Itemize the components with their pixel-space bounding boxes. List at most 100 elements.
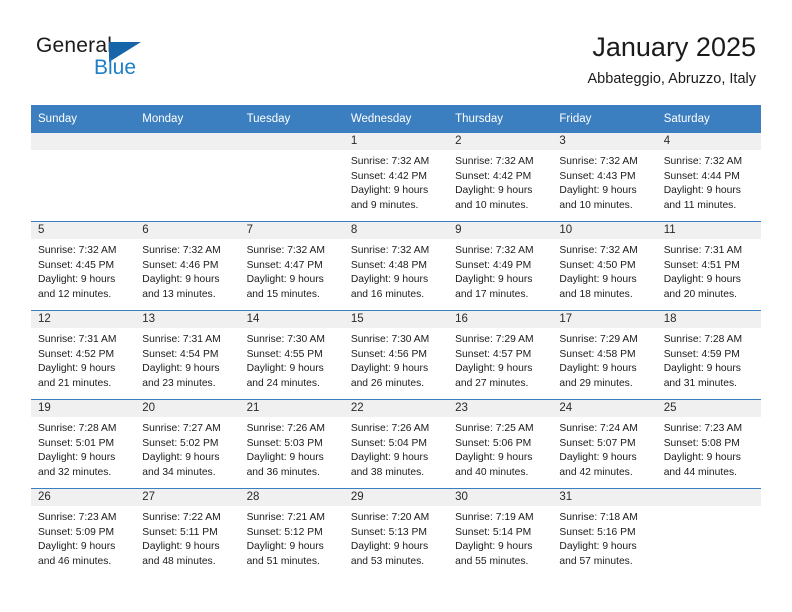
calendar-day-cell[interactable]: 3 Sunrise: 7:32 AM Sunset: 4:43 PM Daylight…	[552, 132, 657, 222]
sunrise-text: Sunrise: 7:32 AM	[350, 245, 430, 256]
brand-logo[interactable]: General Blue	[36, 34, 236, 90]
daylight-text-line2: and 11 minutes.	[663, 199, 737, 211]
calendar-day-cell[interactable]: 29 Sunrise: 7:20 AM Sunset: 5:13 PM Dayligh…	[343, 488, 449, 577]
daylight-text-line1: Daylight: 9 hours	[142, 363, 220, 375]
calendar-day-cell[interactable]: 15 Sunrise: 7:30 AM Sunset: 4:56 PM Dayligh…	[343, 310, 449, 400]
day-details: Sunrise: 7:26 AM Sunset: 5:04 PM Daylight:…	[344, 417, 448, 480]
daylight-text-line2: and 27 minutes.	[455, 377, 529, 389]
sunrise-text: Sunrise: 7:26 AM	[350, 423, 430, 434]
calendar-day-cell[interactable]: 11 Sunrise: 7:31 AM Sunset: 4:51 PM Dayligh…	[656, 221, 761, 311]
daylight-text-line2: and 32 minutes.	[38, 466, 112, 478]
day-details: Sunrise: 7:32 AM Sunset: 4:50 PM Daylight:…	[552, 239, 656, 302]
daylight-text-line1: Daylight: 9 hours	[559, 541, 637, 553]
calendar-day-cell[interactable]: 9 Sunrise: 7:32 AM Sunset: 4:49 PM Daylight…	[448, 221, 553, 311]
daylight-text-line1: Daylight: 9 hours	[38, 274, 116, 286]
daylight-text-line1: Daylight: 9 hours	[350, 452, 429, 464]
sunrise-text: Sunrise: 7:32 AM	[663, 156, 743, 167]
calendar-day-cell[interactable]: 10 Sunrise: 7:32 AM Sunset: 4:50 PM Dayligh…	[552, 221, 657, 311]
daylight-text-line2: and 20 minutes.	[663, 288, 737, 300]
sunset-text: Sunset: 4:42 PM	[350, 170, 427, 182]
sunrise-text: Sunrise: 7:26 AM	[246, 423, 325, 434]
calendar-day-cell[interactable]: 16 Sunrise: 7:29 AM Sunset: 4:57 PM Dayligh…	[448, 310, 553, 400]
daylight-text-line1: Daylight: 9 hours	[663, 185, 741, 197]
weekday-header-thursday: Thursday	[448, 105, 553, 133]
sunrise-text: Sunrise: 7:32 AM	[142, 245, 221, 256]
daylight-text-line2: and 10 minutes.	[455, 199, 529, 211]
brand-word-blue: Blue	[94, 56, 137, 79]
calendar-day-cell[interactable]: 8 Sunrise: 7:32 AM Sunset: 4:48 PM Daylight…	[343, 221, 449, 311]
day-details: Sunrise: 7:32 AM Sunset: 4:46 PM Daylight:…	[135, 239, 239, 302]
day-number: 22	[343, 400, 449, 417]
sunrise-text: Sunrise: 7:32 AM	[559, 245, 638, 256]
day-number: 6	[135, 222, 240, 239]
sunrise-text: Sunrise: 7:32 AM	[455, 245, 534, 256]
calendar-day-cell[interactable]: 6 Sunrise: 7:32 AM Sunset: 4:46 PM Daylight…	[135, 221, 240, 311]
day-number: 14	[239, 311, 344, 328]
day-number: 30	[448, 489, 553, 506]
day-details: Sunrise: 7:22 AM Sunset: 5:11 PM Daylight:…	[135, 506, 239, 569]
daylight-text-line1: Daylight: 9 hours	[246, 274, 324, 286]
calendar-day-cell[interactable]: 5 Sunrise: 7:32 AM Sunset: 4:45 PM Daylight…	[31, 221, 136, 311]
sunset-text: Sunset: 4:50 PM	[559, 259, 636, 271]
day-number: 10	[552, 222, 657, 239]
title-block: January 2025 Abbateggio, Abruzzo, Italy	[588, 30, 756, 90]
daylight-text-line1: Daylight: 9 hours	[455, 363, 533, 375]
sunrise-text: Sunrise: 7:32 AM	[455, 156, 534, 167]
calendar-day-cell[interactable]: 12 Sunrise: 7:31 AM Sunset: 4:52 PM Dayligh…	[31, 310, 136, 400]
daylight-text-line2: and 57 minutes.	[559, 555, 633, 567]
daylight-text-line2: and 36 minutes.	[246, 466, 320, 478]
daylight-text-line1: Daylight: 9 hours	[350, 541, 429, 553]
sunset-text: Sunset: 4:51 PM	[663, 259, 740, 271]
calendar-day-cell[interactable]: 13 Sunrise: 7:31 AM Sunset: 4:54 PM Dayligh…	[135, 310, 240, 400]
calendar-day-cell[interactable]: 2 Sunrise: 7:32 AM Sunset: 4:42 PM Daylight…	[448, 132, 553, 222]
sunset-text: Sunset: 4:54 PM	[142, 348, 219, 360]
day-details: Sunrise: 7:32 AM Sunset: 4:49 PM Daylight:…	[448, 239, 552, 302]
sunrise-text: Sunrise: 7:30 AM	[350, 334, 430, 345]
calendar-day-cell[interactable]: 18 Sunrise: 7:28 AM Sunset: 4:59 PM Dayligh…	[656, 310, 761, 400]
sunset-text: Sunset: 4:43 PM	[559, 170, 636, 182]
sunrise-text: Sunrise: 7:22 AM	[142, 512, 221, 523]
day-number: 18	[656, 311, 761, 328]
sunset-text: Sunset: 4:42 PM	[455, 170, 532, 182]
page-title: January 2025	[592, 32, 756, 62]
calendar-day-cell[interactable]: 21 Sunrise: 7:26 AM Sunset: 5:03 PM Dayligh…	[239, 399, 344, 489]
calendar-day-cell[interactable]: 17 Sunrise: 7:29 AM Sunset: 4:58 PM Dayligh…	[552, 310, 657, 400]
sunset-text: Sunset: 4:57 PM	[455, 348, 532, 360]
sunset-text: Sunset: 4:48 PM	[350, 259, 427, 271]
daylight-text-line2: and 48 minutes.	[142, 555, 216, 567]
calendar-day-cell[interactable]: 27 Sunrise: 7:22 AM Sunset: 5:11 PM Dayligh…	[135, 488, 240, 577]
calendar-day-cell[interactable]: 20 Sunrise: 7:27 AM Sunset: 5:02 PM Dayligh…	[135, 399, 240, 489]
day-details: Sunrise: 7:24 AM Sunset: 5:07 PM Daylight:…	[552, 417, 656, 480]
calendar-day-cell[interactable]: 24 Sunrise: 7:24 AM Sunset: 5:07 PM Dayligh…	[552, 399, 657, 489]
calendar-day-cell[interactable]: 4 Sunrise: 7:32 AM Sunset: 4:44 PM Daylight…	[656, 132, 761, 222]
day-number: 1	[343, 133, 449, 150]
calendar-day-cell[interactable]: 25 Sunrise: 7:23 AM Sunset: 5:08 PM Dayligh…	[656, 399, 761, 489]
daylight-text-line1: Daylight: 9 hours	[663, 274, 741, 286]
day-details: Sunrise: 7:30 AM Sunset: 4:56 PM Daylight:…	[344, 328, 448, 391]
day-details: Sunrise: 7:32 AM Sunset: 4:48 PM Daylight:…	[344, 239, 448, 302]
sunrise-text: Sunrise: 7:27 AM	[142, 423, 221, 434]
daylight-text-line2: and 13 minutes.	[142, 288, 216, 300]
daylight-text-line1: Daylight: 9 hours	[455, 274, 533, 286]
calendar-day-cell[interactable]: 28 Sunrise: 7:21 AM Sunset: 5:12 PM Dayligh…	[239, 488, 344, 577]
calendar-grid: Sunday Monday Tuesday Wednesday Thursday…	[31, 105, 761, 577]
sunrise-text: Sunrise: 7:23 AM	[38, 512, 117, 523]
calendar-day-cell[interactable]: 22 Sunrise: 7:26 AM Sunset: 5:04 PM Dayligh…	[343, 399, 449, 489]
calendar-day-cell[interactable]: 19 Sunrise: 7:28 AM Sunset: 5:01 PM Dayligh…	[31, 399, 136, 489]
daylight-text-line1: Daylight: 9 hours	[246, 363, 324, 375]
day-number: 28	[239, 489, 344, 506]
daylight-text-line1: Daylight: 9 hours	[38, 541, 116, 553]
calendar-day-cell[interactable]: 23 Sunrise: 7:25 AM Sunset: 5:06 PM Dayligh…	[448, 399, 553, 489]
calendar-day-cell[interactable]: 7 Sunrise: 7:32 AM Sunset: 4:47 PM Daylight…	[239, 221, 344, 311]
sunrise-text: Sunrise: 7:25 AM	[455, 423, 534, 434]
calendar-day-cell[interactable]: 14 Sunrise: 7:30 AM Sunset: 4:55 PM Dayligh…	[239, 310, 344, 400]
sunset-text: Sunset: 5:16 PM	[559, 526, 636, 538]
calendar-day-cell[interactable]: 30 Sunrise: 7:19 AM Sunset: 5:14 PM Dayligh…	[448, 488, 553, 577]
sunrise-text: Sunrise: 7:19 AM	[455, 512, 534, 523]
calendar-day-cell[interactable]: 1 Sunrise: 7:32 AM Sunset: 4:42 PM Daylight…	[343, 132, 449, 222]
sunrise-text: Sunrise: 7:32 AM	[246, 245, 325, 256]
day-number: 11	[656, 222, 761, 239]
daylight-text-line1: Daylight: 9 hours	[142, 274, 220, 286]
calendar-day-cell[interactable]: 26 Sunrise: 7:23 AM Sunset: 5:09 PM Dayligh…	[31, 488, 136, 577]
calendar-day-cell[interactable]: 31 Sunrise: 7:18 AM Sunset: 5:16 PM Dayligh…	[552, 488, 657, 577]
